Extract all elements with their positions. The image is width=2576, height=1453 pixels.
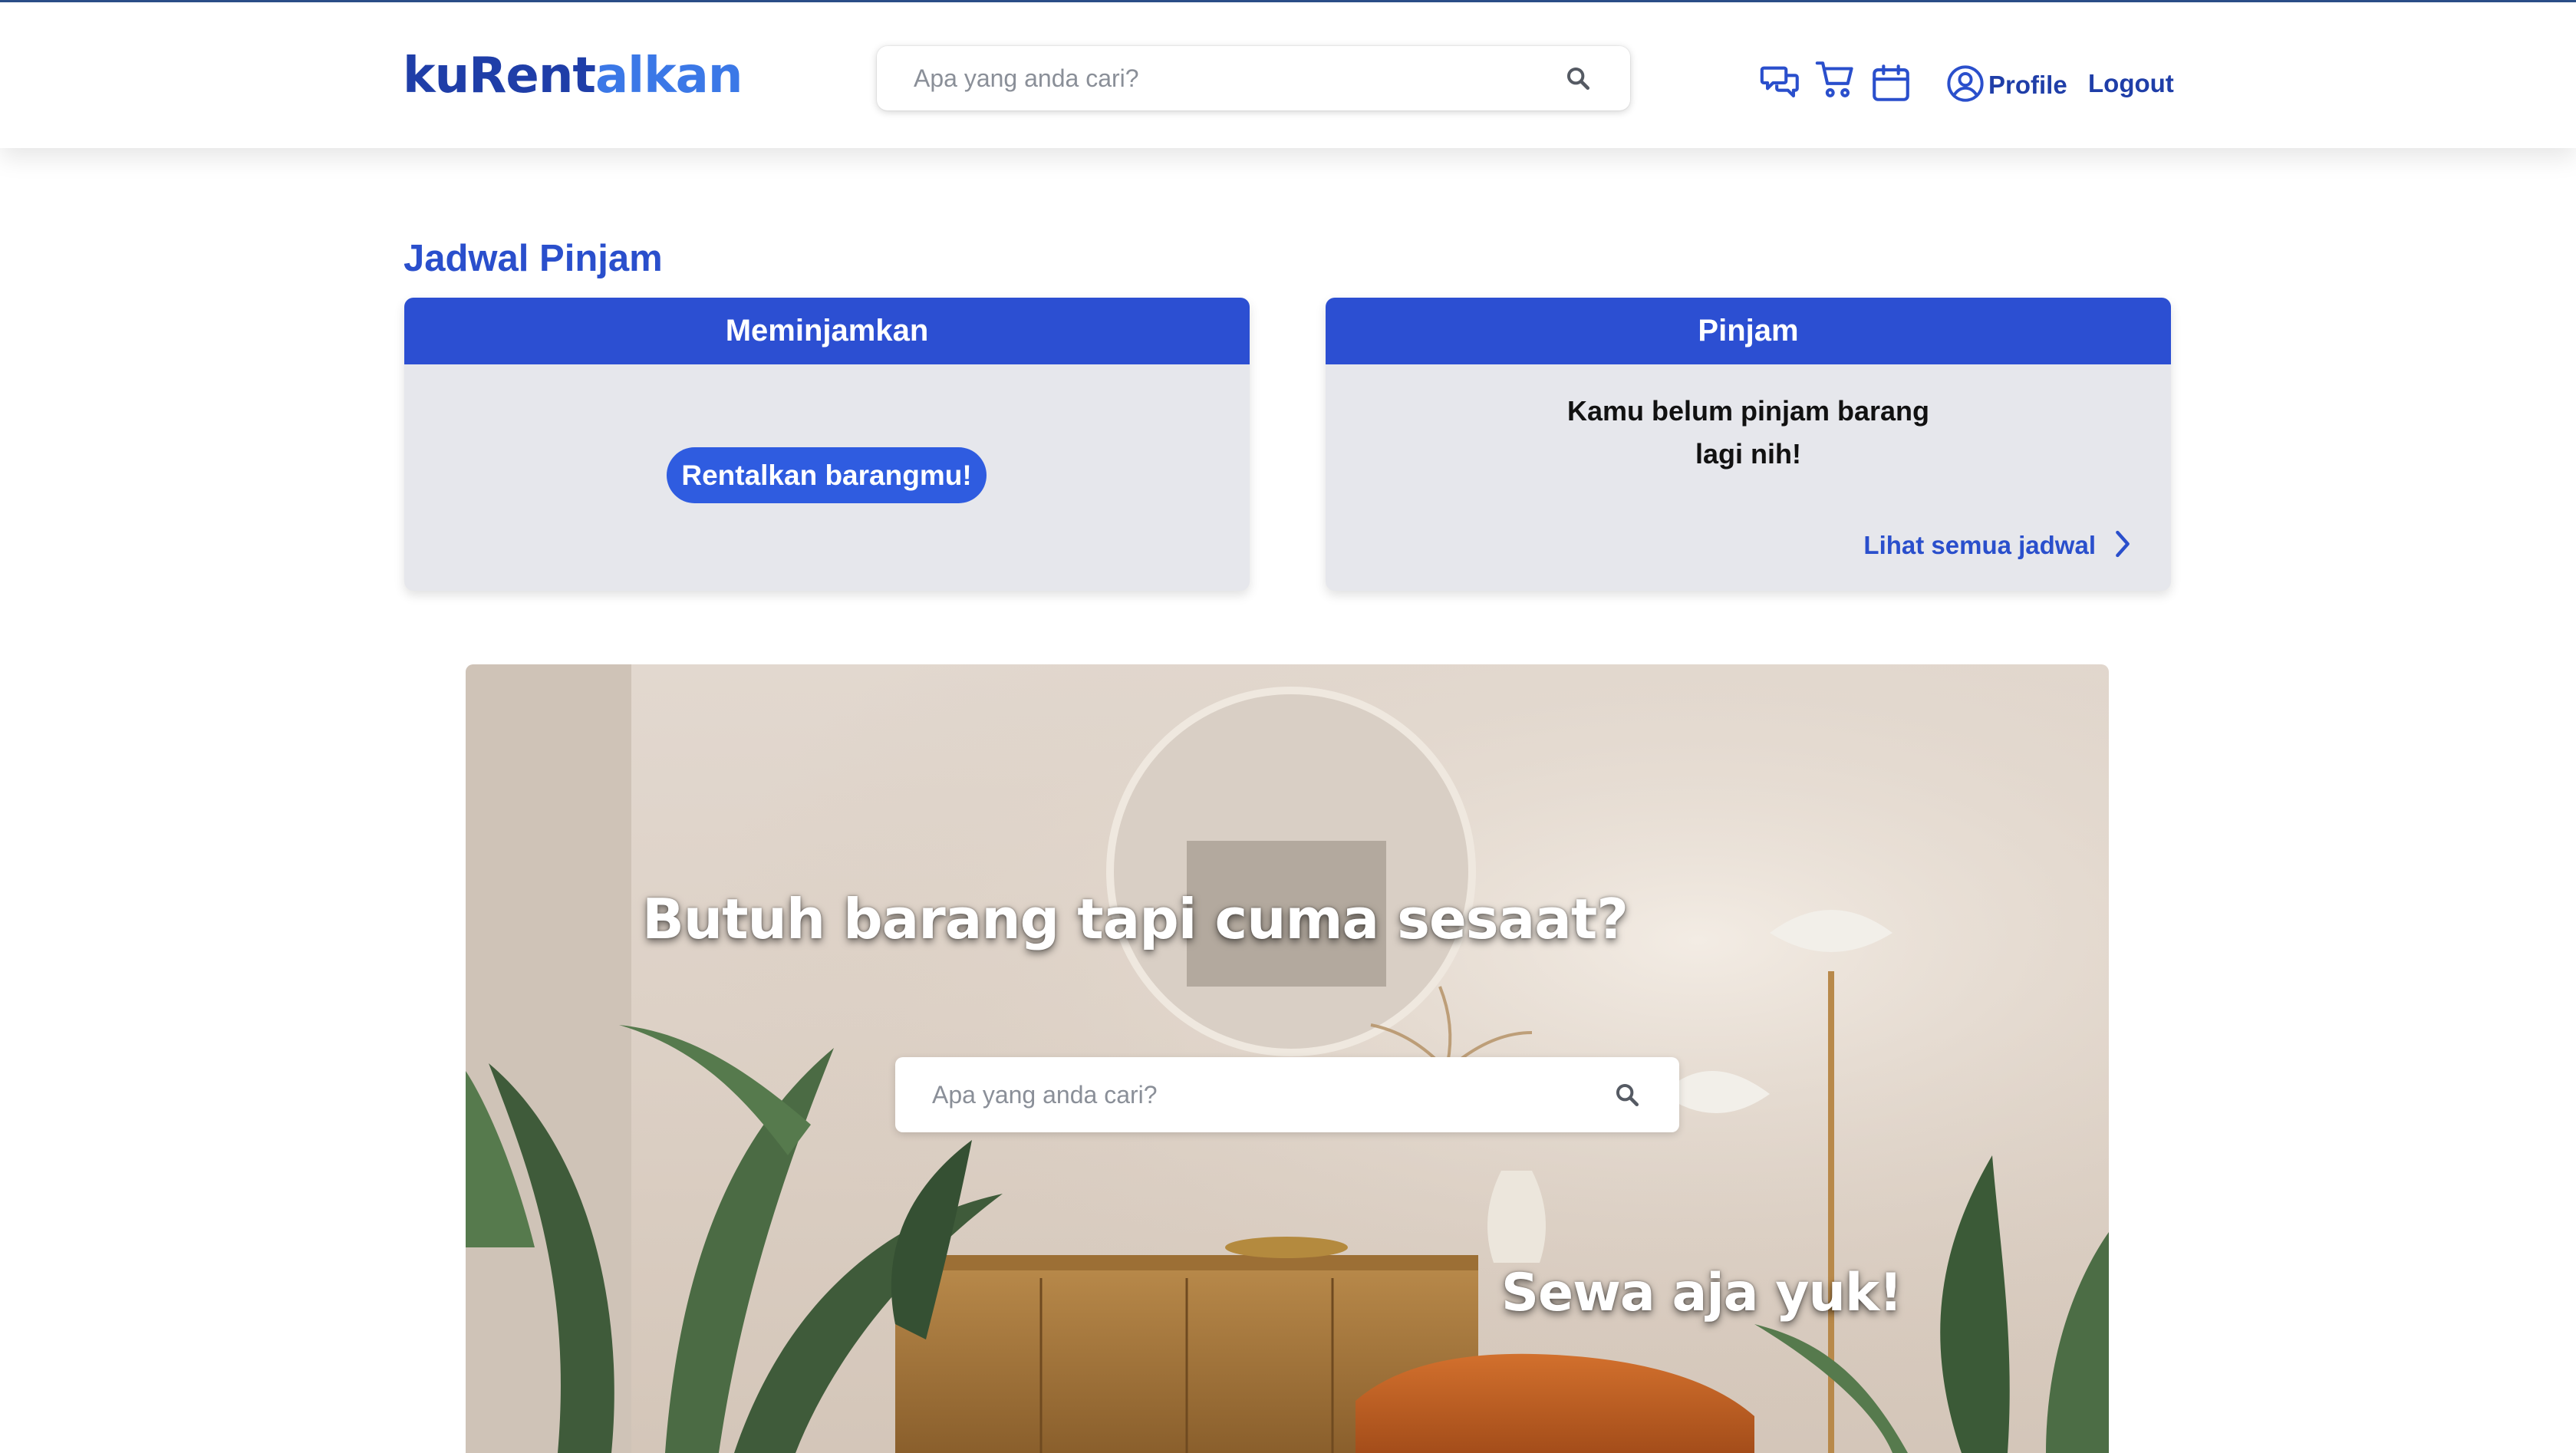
profile-link[interactable]: Profile xyxy=(1945,64,2067,107)
search-icon[interactable] xyxy=(1555,46,1601,110)
profile-label: Profile xyxy=(1988,71,2067,99)
borrow-card-header: Pinjam xyxy=(1326,298,2171,364)
chevron-right-icon xyxy=(2113,529,2133,563)
cart-icon[interactable] xyxy=(1813,58,1858,102)
hero-subtitle: Sewa aja yuk! xyxy=(1501,1263,1902,1323)
rent-item-button[interactable]: Rentalkan barangmu! xyxy=(667,447,987,503)
header-search-input[interactable] xyxy=(914,46,1512,110)
empty-borrow-message: Kamu belum pinjam barang lagi nih! xyxy=(1326,390,2171,476)
hero-title: Butuh barang tapi cuma sesaat? xyxy=(642,887,1629,951)
brand-logo[interactable]: kuRentalkan xyxy=(403,45,743,107)
hero-banner: Butuh barang tapi cuma sesaat? Sewa aja … xyxy=(466,664,2109,1453)
lend-card-header: Meminjamkan xyxy=(404,298,1250,364)
user-circle-icon xyxy=(1945,64,1985,107)
borrow-schedule-card: Pinjam Kamu belum pinjam barang lagi nih… xyxy=(1326,298,2171,591)
see-all-schedule-link[interactable]: Lihat semua jadwal xyxy=(1863,524,2133,567)
chat-icon[interactable] xyxy=(1758,61,1803,105)
hero-search-bar xyxy=(895,1057,1679,1132)
lend-schedule-card: Meminjamkan Rentalkan barangmu! xyxy=(404,298,1250,591)
search-icon[interactable] xyxy=(1604,1057,1650,1132)
logout-link[interactable]: Logout xyxy=(2088,67,2174,100)
empty-message-line-1: Kamu belum pinjam barang xyxy=(1566,395,1930,427)
header-search-bar xyxy=(877,46,1630,110)
logo-text-dark: kuRent xyxy=(403,48,596,104)
hero-search-input[interactable] xyxy=(932,1057,1530,1132)
top-navbar: kuRentalkan Apa yang anda cari? Profile … xyxy=(0,2,2576,148)
empty-message-line-2: lagi nih! xyxy=(1695,438,1801,470)
see-all-label: Lihat semua jadwal xyxy=(1863,531,2096,559)
logo-text-light: alkan xyxy=(595,48,743,104)
section-title-jadwal: Jadwal Pinjam xyxy=(404,238,663,279)
calendar-icon[interactable] xyxy=(1869,61,1913,105)
